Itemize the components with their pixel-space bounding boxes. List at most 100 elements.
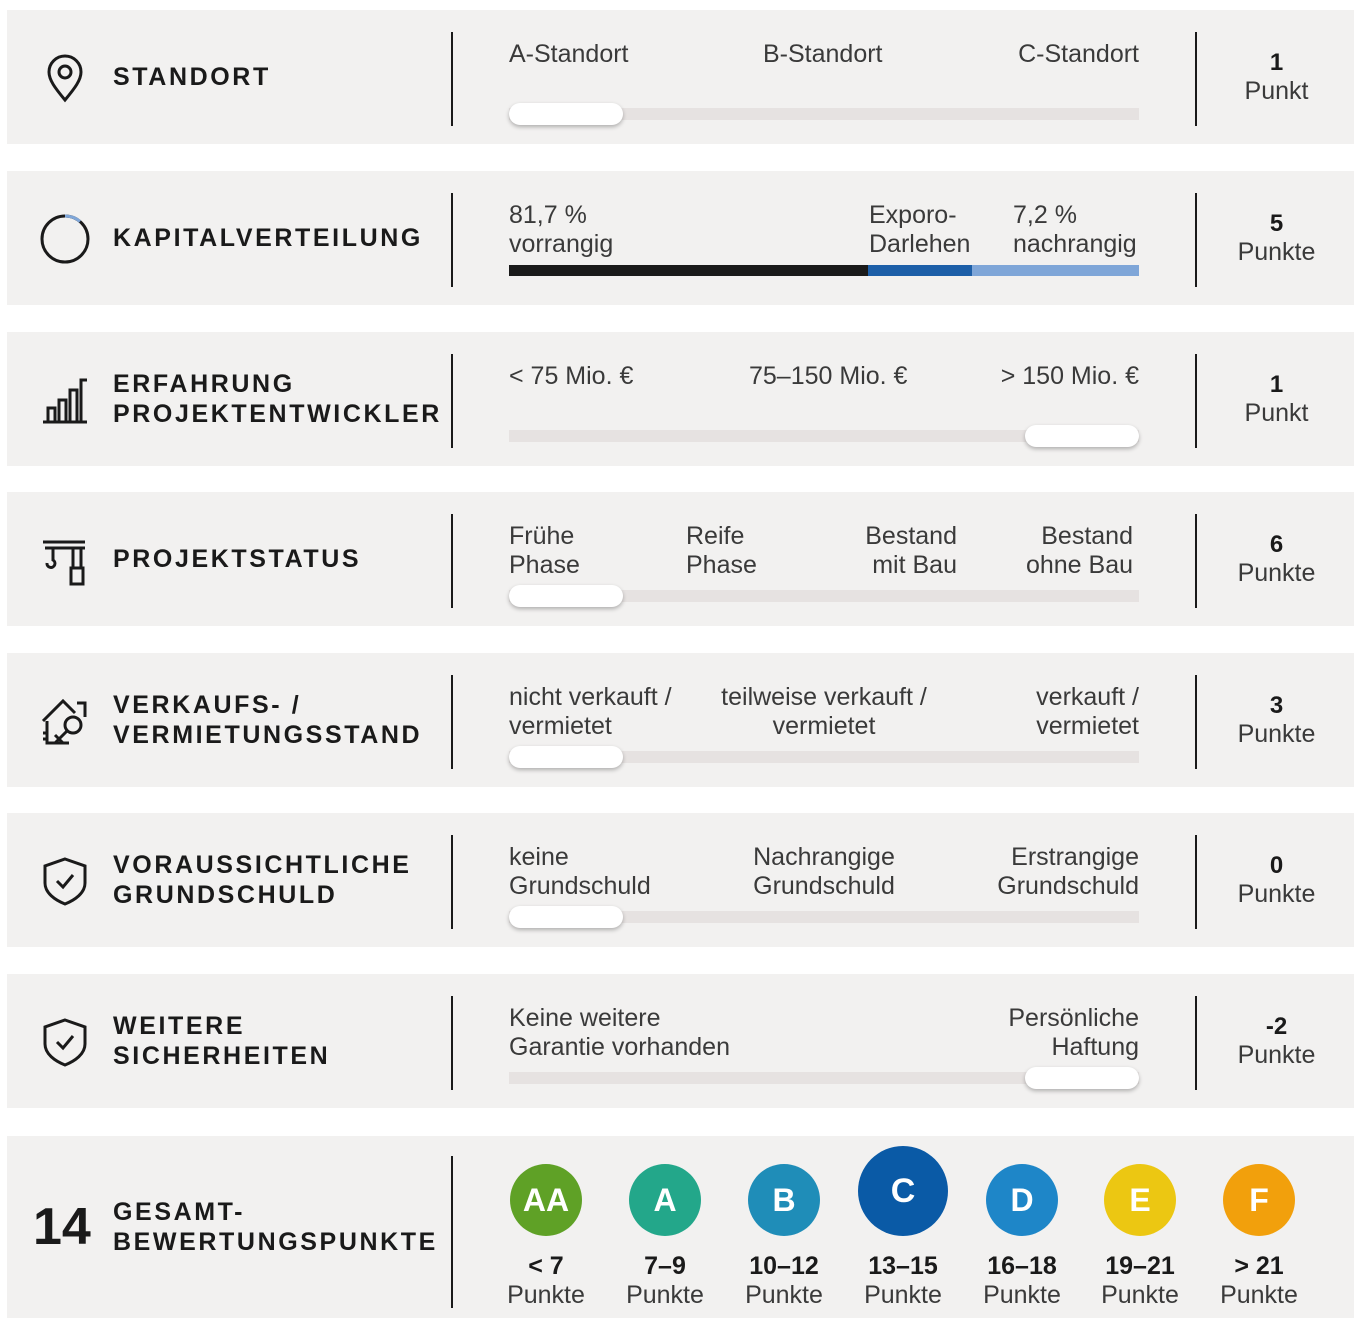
grade-badge: AA <box>510 1164 582 1236</box>
grade-unit: Punkte <box>983 1281 1061 1309</box>
location-pin-icon <box>39 52 91 104</box>
divider <box>451 835 453 929</box>
grade-unit: Punkte <box>745 1281 823 1309</box>
shield-check-icon <box>39 1016 91 1068</box>
scale-label: Keine weitere Garantie vorhanden <box>509 1004 730 1061</box>
score-unit: Punkte <box>1237 880 1316 908</box>
scale-label: Persönliche Haftung <box>1008 1004 1139 1061</box>
scale: < 75 Mio. € 75–150 Mio. € > 150 Mio. € <box>509 332 1139 466</box>
scale-label: keine Grundschuld <box>509 843 651 900</box>
score-value: 0 <box>1269 852 1284 879</box>
row-score: 3 Punkte <box>1199 653 1354 787</box>
divider <box>451 1156 453 1308</box>
grade-a: A 7–9 Punkte <box>610 1160 720 1310</box>
row-score: 1 Punkt <box>1199 332 1354 466</box>
score-unit: Punkte <box>1237 720 1316 748</box>
grade-badge: A <box>629 1164 701 1236</box>
scale: Keine weitere Garantie vorhanden Persönl… <box>509 974 1139 1108</box>
bar-chart-icon <box>39 374 91 426</box>
score-value: 1 <box>1269 49 1284 76</box>
divider <box>451 675 453 769</box>
grade-badge: B <box>748 1164 820 1236</box>
exporo-segment <box>868 265 972 276</box>
scale-label: teilweise verkauft / vermietet <box>721 683 927 740</box>
grade-badge: D <box>986 1164 1058 1236</box>
grade-aa: AA < 7 Punkte <box>491 1160 601 1310</box>
scale-label: verkauft / vermietet <box>1036 683 1139 740</box>
shield-check-icon <box>39 855 91 907</box>
divider <box>451 996 453 1090</box>
senior-segment <box>509 265 868 276</box>
score-unit: Punkte <box>1237 1041 1316 1069</box>
row-title: STANDORT <box>113 63 271 91</box>
score-unit: Punkt <box>1244 399 1309 427</box>
scale-label: Nachrangige Grundschuld <box>753 843 895 900</box>
scale-label: Reife Phase <box>686 522 757 579</box>
divider <box>451 193 453 287</box>
row-title: VORAUSSICHTLICHE GRUNDSCHULD <box>113 851 412 909</box>
scale-label: C-Standort <box>1018 40 1139 68</box>
score-value: 3 <box>1269 692 1284 719</box>
grade-badge: E <box>1104 1164 1176 1236</box>
capital-bar: 81,7 % vorrangig Exporo- Darlehen 7,2 % … <box>509 171 1139 305</box>
crane-icon <box>39 534 91 586</box>
exporo-label: Exporo- Darlehen <box>869 201 971 258</box>
grade-range: < 7 <box>528 1252 564 1280</box>
row-title: WEITERE SICHERHEITEN <box>113 1012 331 1070</box>
junior-label: 7,2 % nachrangig <box>1013 201 1137 258</box>
grade-unit: Punkte <box>864 1281 942 1309</box>
rating-row-sicherheiten: WEITERE SICHERHEITEN Keine weitere Garan… <box>7 974 1354 1108</box>
scale-label: Bestand ohne Bau <box>1025 522 1133 579</box>
divider <box>1195 32 1197 126</box>
scale-marker <box>509 746 623 768</box>
score-value: 5 <box>1269 210 1284 237</box>
divider <box>1195 675 1197 769</box>
scale-label: 75–150 Mio. € <box>749 362 908 390</box>
row-score: -2 Punkte <box>1199 974 1354 1108</box>
row-score: 6 Punkte <box>1199 492 1354 626</box>
grade-range: > 21 <box>1234 1252 1284 1280</box>
divider <box>1195 835 1197 929</box>
row-title: ERFAHRUNG PROJEKTENTWICKLER <box>113 370 442 428</box>
grade-unit: Punkte <box>1220 1281 1298 1309</box>
grade-e: E 19–21 Punkte <box>1085 1160 1195 1310</box>
scale: nicht verkauft / vermietet teilweise ver… <box>509 653 1139 787</box>
senior-label: 81,7 % vorrangig <box>509 201 614 258</box>
rating-row-projektstatus: PROJEKTSTATUS Frühe Phase Reife Phase Be… <box>7 492 1354 626</box>
grade-range: 13–15 <box>868 1252 938 1280</box>
row-title: VERKAUFS- / VERMIETUNGSSTAND <box>113 691 423 749</box>
score-value: -2 <box>1265 1013 1288 1040</box>
divider <box>1195 996 1197 1090</box>
row-title: PROJEKTSTATUS <box>113 545 362 573</box>
grade-range: 16–18 <box>987 1252 1057 1280</box>
junior-segment <box>972 265 1139 276</box>
grade-range: 10–12 <box>749 1252 819 1280</box>
row-score: 5 Punkte <box>1199 171 1354 305</box>
scale-marker <box>1025 425 1139 447</box>
divider <box>451 354 453 448</box>
score-value: 6 <box>1269 531 1284 558</box>
grade-f: F > 21 Punkte <box>1204 1160 1314 1310</box>
grade-d: D 16–18 Punkte <box>967 1160 1077 1310</box>
scale-marker <box>1025 1067 1139 1089</box>
divider <box>451 32 453 126</box>
scale-label: B-Standort <box>763 40 883 68</box>
scale-label: Bestand mit Bau <box>865 522 957 579</box>
rating-row-standort: STANDORT A-Standort B-Standort C-Standor… <box>7 10 1354 144</box>
grade-b: B 10–12 Punkte <box>729 1160 839 1310</box>
row-score: 0 Punkte <box>1199 813 1354 947</box>
grade-badge: C <box>858 1146 948 1236</box>
scale: Frühe Phase Reife Phase Bestand mit Bau … <box>509 492 1139 626</box>
total-points: 14 <box>33 1198 91 1256</box>
rating-row-kapitalverteilung: KAPITALVERTEILUNG 81,7 % vorrangig Expor… <box>7 171 1354 305</box>
total-rating-row: 14 GESAMT- BEWERTUNGSPUNKTE AA < 7 Punkt… <box>7 1136 1354 1318</box>
row-score: 1 Punkt <box>1199 10 1354 144</box>
divider <box>1195 354 1197 448</box>
divider <box>451 514 453 608</box>
grade-unit: Punkte <box>1101 1281 1179 1309</box>
score-value: 1 <box>1269 371 1284 398</box>
house-key-icon <box>39 695 91 747</box>
rating-row-grundschuld: VORAUSSICHTLICHE GRUNDSCHULD keine Grund… <box>7 813 1354 947</box>
divider <box>1195 193 1197 287</box>
scale-marker <box>509 906 623 928</box>
